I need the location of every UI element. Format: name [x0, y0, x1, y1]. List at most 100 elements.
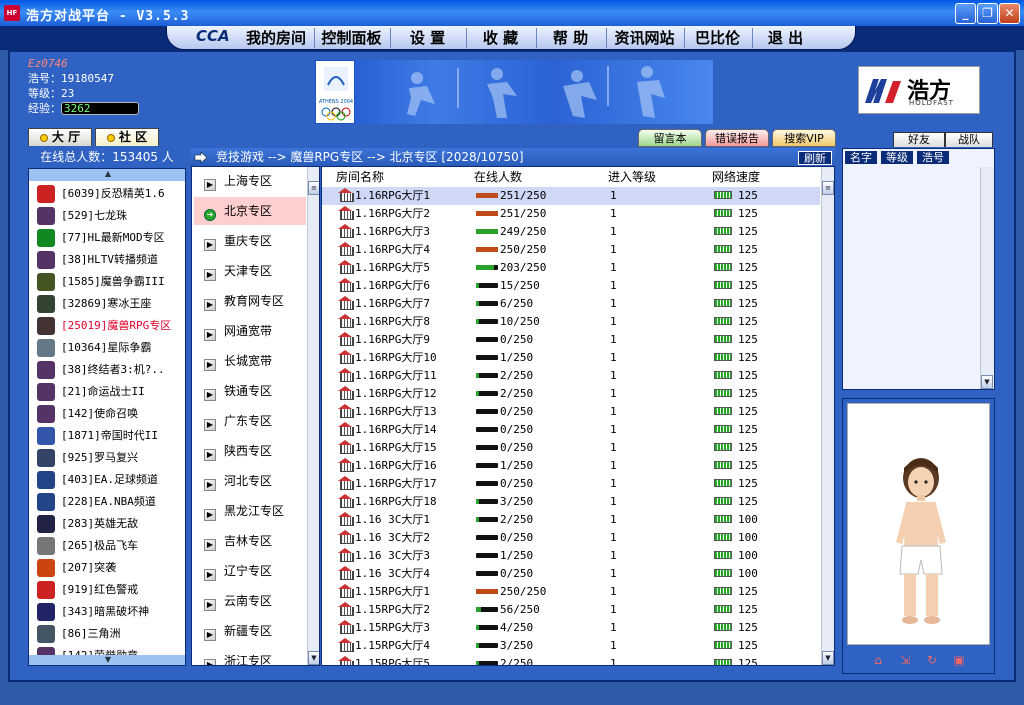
room-row[interactable]: 1.16RPG大厅3 249/250 1 125 — [322, 223, 820, 241]
col-speed[interactable]: 网络速度 — [712, 167, 760, 187]
game-list[interactable]: ▲ [6039]反恐精英1.6 [529]七龙珠 [77]HL最新MOD专区 [38]… — [28, 168, 186, 666]
game-item[interactable]: [21]命运战士II — [29, 381, 185, 403]
title-bar[interactable]: HF 浩方对战平台 - V3.5.3 _ ❐ ✕ — [0, 0, 1024, 26]
minimize-button[interactable]: _ — [955, 3, 976, 24]
region-item[interactable]: ▶ 长城宽带 — [194, 347, 306, 375]
col-friend-name[interactable]: 名字 — [845, 151, 877, 164]
room-row[interactable]: 1.16 3C大厅1 2/250 1 100 — [322, 511, 820, 529]
menu-my-room[interactable]: 我的房间 — [240, 28, 312, 48]
room-row[interactable]: 1.16RPG大厅11 2/250 1 125 — [322, 367, 820, 385]
friend-list[interactable]: 名字 等级 浩号 ▼ — [842, 148, 995, 390]
exit-icon[interactable]: ⇲ — [897, 652, 913, 668]
game-item[interactable]: [1585]魔兽争霸III — [29, 271, 185, 293]
region-item[interactable]: ▶ 网通宽带 — [194, 317, 306, 345]
room-row[interactable]: 1.15RPG大厅3 4/250 1 125 — [322, 619, 820, 637]
game-list-scroll-down[interactable]: ▼ — [29, 655, 185, 665]
col-friend-id[interactable]: 浩号 — [917, 151, 949, 164]
menu-exit[interactable]: 退 出 — [752, 28, 818, 48]
room-scrollbar[interactable]: ≡ ▼ — [821, 167, 834, 665]
guestbook-button[interactable]: 留言本 — [638, 129, 702, 147]
region-item[interactable]: ▶ 上海专区 — [194, 167, 306, 195]
game-item[interactable]: [207]突袭 — [29, 557, 185, 579]
menu-favorites[interactable]: 收 藏 — [466, 28, 534, 48]
room-row[interactable]: 1.16RPG大厅10 1/250 1 125 — [322, 349, 820, 367]
home-icon[interactable]: ⌂ — [870, 652, 886, 668]
region-item[interactable]: ▶ 陕西专区 — [194, 437, 306, 465]
game-item[interactable]: [343]暗黑破坏神 — [29, 601, 185, 623]
col-room-name[interactable]: 房间名称 — [336, 167, 384, 187]
game-item[interactable]: [77]HL最新MOD专区 — [29, 227, 185, 249]
region-item[interactable]: ▶ 新疆专区 — [194, 617, 306, 645]
game-item[interactable]: [38]HLTV转播频道 — [29, 249, 185, 271]
error-report-button[interactable]: 错误报告 — [705, 129, 769, 147]
room-row[interactable]: 1.16RPG大厅12 2/250 1 125 — [322, 385, 820, 403]
room-row[interactable]: 1.15RPG大厅5 2/250 1 125 — [322, 655, 820, 665]
room-row[interactable]: 1.15RPG大厅1 250/250 1 125 — [322, 583, 820, 601]
room-row[interactable]: 1.16 3C大厅3 1/250 1 100 — [322, 547, 820, 565]
room-row[interactable]: 1.16RPG大厅14 0/250 1 125 — [322, 421, 820, 439]
region-item[interactable]: ▶ 河北专区 — [194, 467, 306, 495]
room-row[interactable]: 1.16RPG大厅2 251/250 1 125 — [322, 205, 820, 223]
region-list[interactable]: ▶ 上海专区 ➜ 北京专区 ▶ 重庆专区 ▶ 天津专区 ▶ 教育网专区 ▶ 网通宽带 ▶ 长城宽带 ▶ 铁通专… — [191, 166, 320, 666]
game-item[interactable]: [925]罗马复兴 — [29, 447, 185, 469]
region-item[interactable]: ▶ 云南专区 — [194, 587, 306, 615]
game-item[interactable]: [38]终结者3:机?.. — [29, 359, 185, 381]
col-online[interactable]: 在线人数 — [474, 167, 522, 187]
gift-icon[interactable]: ▣ — [951, 652, 967, 668]
menu-news-site[interactable]: 资讯网站 — [606, 28, 682, 48]
game-list-scroll-up[interactable]: ▲ — [29, 169, 185, 181]
region-item[interactable]: ▶ 铁通专区 — [194, 377, 306, 405]
tab-clan[interactable]: 战队 — [945, 132, 993, 147]
room-row[interactable]: 1.16RPG大厅18 3/250 1 125 — [322, 493, 820, 511]
room-scroll-down[interactable]: ▼ — [822, 651, 834, 665]
game-item[interactable]: [403]EA.足球频道 — [29, 469, 185, 491]
maximize-button[interactable]: ❐ — [977, 3, 998, 24]
game-item[interactable]: [6039]反恐精英1.6 — [29, 183, 185, 205]
room-scroll-thumb[interactable]: ≡ — [822, 181, 834, 195]
room-row[interactable]: 1.16RPG大厅4 250/250 1 125 — [322, 241, 820, 259]
room-row[interactable]: 1.16RPG大厅6 15/250 1 125 — [322, 277, 820, 295]
game-item[interactable]: [265]极品飞车 — [29, 535, 185, 557]
region-item[interactable]: ▶ 教育网专区 — [194, 287, 306, 315]
game-item[interactable]: [86]三角洲 — [29, 623, 185, 645]
tab-community[interactable]: 社 区 — [95, 128, 159, 146]
close-button[interactable]: ✕ — [999, 3, 1020, 24]
refresh-icon[interactable]: ↻ — [924, 652, 940, 668]
game-item[interactable]: [25019]魔兽RPG专区 — [29, 315, 185, 337]
room-row[interactable]: 1.16RPG大厅13 0/250 1 125 — [322, 403, 820, 421]
region-item[interactable]: ▶ 重庆专区 — [194, 227, 306, 255]
refresh-button[interactable]: 刷新 — [798, 151, 832, 165]
advertisement-banner[interactable]: ATHENS 2004 — [315, 60, 713, 124]
game-item[interactable]: [32869]寒冰王座 — [29, 293, 185, 315]
region-item[interactable]: ▶ 吉林专区 — [194, 527, 306, 555]
region-item[interactable]: ▶ 黑龙江专区 — [194, 497, 306, 525]
tab-friends[interactable]: 好友 — [893, 132, 945, 147]
menu-help[interactable]: 帮 助 — [536, 28, 604, 48]
col-friend-level[interactable]: 等级 — [881, 151, 913, 164]
region-item[interactable]: ▶ 辽宁专区 — [194, 557, 306, 585]
region-item[interactable]: ▶ 广东专区 — [194, 407, 306, 435]
search-vip-button[interactable]: 搜索VIP — [772, 129, 836, 147]
col-enter-level[interactable]: 进入等级 — [608, 167, 656, 187]
region-item[interactable]: ➜ 北京专区 — [194, 197, 306, 225]
tab-lobby[interactable]: 大 厅 — [28, 128, 92, 146]
room-row[interactable]: 1.16RPG大厅1 251/250 1 125 — [322, 187, 820, 205]
room-row[interactable]: 1.16RPG大厅7 6/250 1 125 — [322, 295, 820, 313]
game-item[interactable]: [919]红色警戒 — [29, 579, 185, 601]
region-scroll-thumb[interactable]: ≡ — [308, 181, 319, 195]
game-item[interactable]: [142]使命召唤 — [29, 403, 185, 425]
room-row[interactable]: 1.16RPG大厅9 0/250 1 125 — [322, 331, 820, 349]
menu-settings[interactable]: 设 置 — [390, 28, 464, 48]
room-row[interactable]: 1.16RPG大厅15 0/250 1 125 — [322, 439, 820, 457]
room-row[interactable]: 1.15RPG大厅2 56/250 1 125 — [322, 601, 820, 619]
room-row[interactable]: 1.16RPG大厅17 0/250 1 125 — [322, 475, 820, 493]
game-item[interactable]: [10364]星际争霸 — [29, 337, 185, 359]
room-row[interactable]: 1.15RPG大厅4 3/250 1 125 — [322, 637, 820, 655]
region-scroll-down[interactable]: ▼ — [308, 651, 319, 665]
room-row[interactable]: 1.16 3C大厅4 0/250 1 100 — [322, 565, 820, 583]
room-list[interactable]: 房间名称 在线人数 进入等级 网络速度 1.16RPG大厅1 251/250 1 12… — [321, 166, 835, 666]
room-row[interactable]: 1.16 3C大厅2 0/250 1 100 — [322, 529, 820, 547]
game-item[interactable]: [228]EA.NBA频道 — [29, 491, 185, 513]
menu-babylon[interactable]: 巴比伦 — [684, 28, 750, 48]
menu-control-panel[interactable]: 控制面板 — [314, 28, 388, 48]
